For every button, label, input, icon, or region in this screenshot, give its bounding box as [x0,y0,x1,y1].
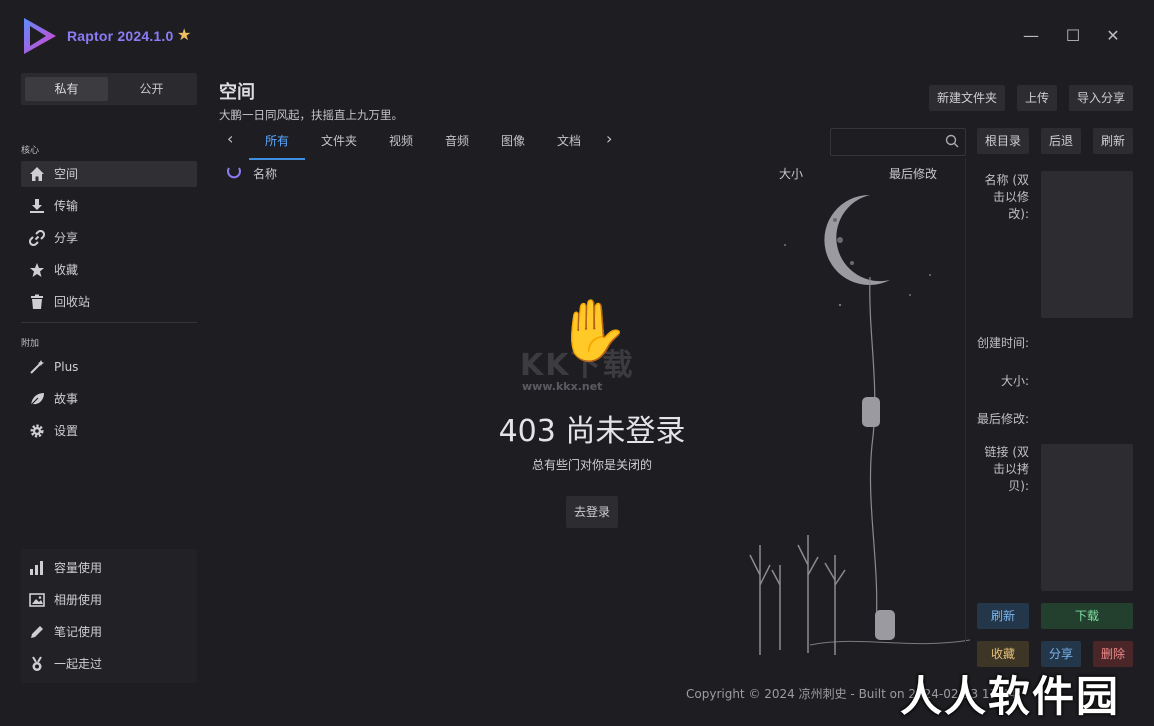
link-icon [29,230,45,246]
column-size[interactable]: 大小 [779,165,803,182]
sidebar-item-label: 故事 [54,392,79,406]
usage-item-label: 笔记使用 [54,625,103,639]
sparkle-icon: ★ [177,25,192,44]
loading-spinner-icon [226,164,242,180]
sidebar-item-favorites[interactable]: 收藏 [21,257,197,283]
usage-item-capacity[interactable]: 容量使用 [21,555,197,581]
detail-link-field[interactable] [1041,444,1133,591]
extra-section-label: 附加 [21,339,40,349]
visibility-toggle: 私有 公开 [21,73,197,105]
error-subtitle: 总有些门对你是关闭的 [531,458,652,472]
close-button[interactable]: ✕ [1101,24,1125,48]
sidebar-divider [21,322,197,323]
usage-item-label: 一起走过 [54,657,103,671]
error-title: 403 尚未登录 [498,414,686,449]
site-watermark: 人人软件园 [900,672,1121,721]
sidebar-item-label: 传输 [54,199,79,213]
column-modified[interactable]: 最后修改 [889,165,937,182]
segment-private[interactable]: 私有 [25,77,108,101]
tabs-next-button[interactable]: › [606,128,612,156]
refresh-list-button[interactable]: 刷新 [1093,128,1133,154]
download-button[interactable]: 下载 [1041,603,1133,629]
sidebar-item-share[interactable]: 分享 [21,225,197,251]
root-dir-button[interactable]: 根目录 [977,128,1029,154]
sidebar-item-plus[interactable]: Plus [21,354,197,380]
pencil-icon [31,626,43,638]
leaf-icon [30,393,44,406]
medal-icon [32,656,42,671]
tab-audio[interactable]: 音频 [445,130,469,158]
core-section-label: 核心 [21,146,40,156]
import-share-button[interactable]: 导入分享 [1069,85,1133,111]
tab-images[interactable]: 图像 [501,130,525,158]
bar-chart-icon [30,561,43,575]
sidebar-item-label: 回收站 [54,295,91,309]
details-divider [965,158,966,643]
new-folder-button[interactable]: 新建文件夹 [929,85,1005,111]
usage-item-together[interactable]: 一起走过 [21,651,197,677]
minimize-button[interactable]: — [1019,24,1043,48]
sidebar-item-story[interactable]: 故事 [21,386,197,412]
tab-folders[interactable]: 文件夹 [321,130,357,158]
usage-item-label: 容量使用 [54,561,103,575]
download-icon [30,199,44,213]
detail-refresh-button[interactable]: 刷新 [977,603,1029,629]
trash-icon [31,294,43,309]
search-icon [945,134,959,148]
sidebar-item-settings[interactable]: 设置 [21,418,197,444]
tab-videos[interactable]: 视频 [389,130,413,158]
segment-public[interactable]: 公开 [110,77,193,101]
detail-name-label: 名称 (双击以修改): [984,173,1030,221]
sidebar-item-trash[interactable]: 回收站 [21,289,197,315]
sidebar-item-transfer[interactable]: 传输 [21,193,197,219]
back-button[interactable]: 后退 [1041,128,1081,154]
moon-astronaut-illustration [749,194,970,655]
sidebar-item-label: 分享 [54,231,79,245]
tab-documents[interactable]: 文档 [557,130,581,158]
detail-name-field[interactable] [1041,171,1133,318]
sidebar-item-space[interactable]: 空间 [21,161,197,187]
raised-hand-icon: ✋ [555,296,630,366]
upload-button[interactable]: 上传 [1017,85,1057,111]
sidebar-item-label: 收藏 [54,263,79,277]
detail-size-label: 大小: [1000,374,1029,388]
maximize-button[interactable]: ☐ [1061,24,1085,48]
home-icon [30,167,44,181]
usage-item-album[interactable]: 相册使用 [21,587,197,613]
detail-created-label: 创建时间: [976,336,1029,350]
kk-watermark-url: www.kkx.net [522,380,603,393]
image-icon [29,593,45,607]
app-title: Raptor 2024.1.0 [67,28,174,44]
app-logo [20,14,60,56]
gear-icon [30,424,44,438]
column-name[interactable]: 名称 [253,165,277,182]
magic-wand-icon [30,360,44,374]
sidebar-item-label: Plus [54,360,79,374]
login-button[interactable]: 去登录 [566,496,618,528]
search-input[interactable] [830,128,966,156]
detail-link-label: 链接 (双击以拷贝): [984,445,1030,493]
page-title: 空间 [219,82,255,103]
sidebar-item-label: 设置 [54,424,79,438]
page-subtitle: 大鹏一日同风起，扶摇直上九万里。 [219,108,403,122]
tab-all[interactable]: 所有 [249,130,305,160]
usage-item-notes[interactable]: 笔记使用 [21,619,197,645]
sidebar-item-label: 空间 [54,167,79,181]
star-icon [30,263,44,277]
usage-item-label: 相册使用 [54,593,103,607]
detail-modified-label: 最后修改: [976,412,1029,426]
tabs-prev-button[interactable]: ‹ [227,128,233,156]
